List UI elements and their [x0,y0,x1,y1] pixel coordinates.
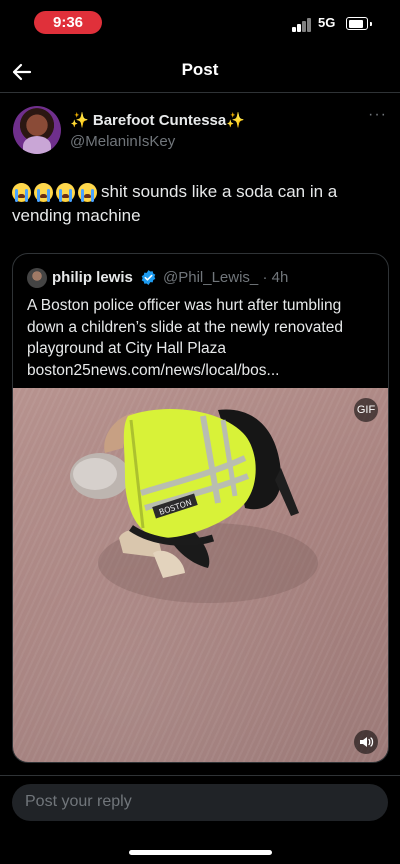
verified-badge-icon [141,270,156,285]
battery-icon [346,17,372,30]
reply-divider [0,775,400,776]
video-player[interactable]: BOSTON GIF [13,388,388,762]
video-frame: BOSTON [70,409,318,603]
gif-toggle-button[interactable]: GIF [354,398,378,422]
loudly-crying-face-icon [12,183,31,203]
sound-toggle-button[interactable] [354,730,378,754]
author-avatar[interactable] [13,106,61,154]
quote-handle-time: @Phil_Lewis_ · 4h [163,269,289,286]
more-options-button[interactable]: ··· [368,106,387,124]
status-time[interactable]: 9:36 [34,11,102,34]
reply-placeholder: Post your reply [25,793,132,810]
home-indicator[interactable] [129,850,272,855]
sparkle-icon: ✨ [226,112,245,129]
signal-icon [292,18,314,32]
reply-input[interactable]: Post your reply [12,784,388,821]
network-label: 5G [318,15,336,30]
author-name: Barefoot Cuntessa [92,112,227,129]
quote-author-avatar [27,268,47,288]
header-divider [0,92,400,93]
page-title: Post [181,60,219,79]
top-bar: Post [0,50,400,92]
post-text: shit sounds like a soda can in a vending… [12,180,388,228]
emoji-group [12,183,97,203]
quote-author-name: philip lewis [52,269,133,286]
quote-link[interactable]: boston25news.com/news/local/bos... [27,360,377,382]
loudly-crying-face-icon [78,183,97,203]
author-name-row[interactable]: ✨ Barefoot Cuntessa✨ [70,111,245,129]
speaker-icon [360,737,374,747]
sparkle-icon: ✨ [70,112,89,129]
quoted-post[interactable]: philip lewis @Phil_Lewis_ · 4h A Boston … [12,253,389,763]
status-bar: 9:36 5G [0,0,400,44]
author-handle[interactable]: @MelaninIsKey [70,133,175,150]
quote-body: A Boston police officer was hurt after t… [27,297,343,357]
loudly-crying-face-icon [34,183,53,203]
loudly-crying-face-icon [56,183,75,203]
quote-text: A Boston police officer was hurt after t… [27,295,377,381]
